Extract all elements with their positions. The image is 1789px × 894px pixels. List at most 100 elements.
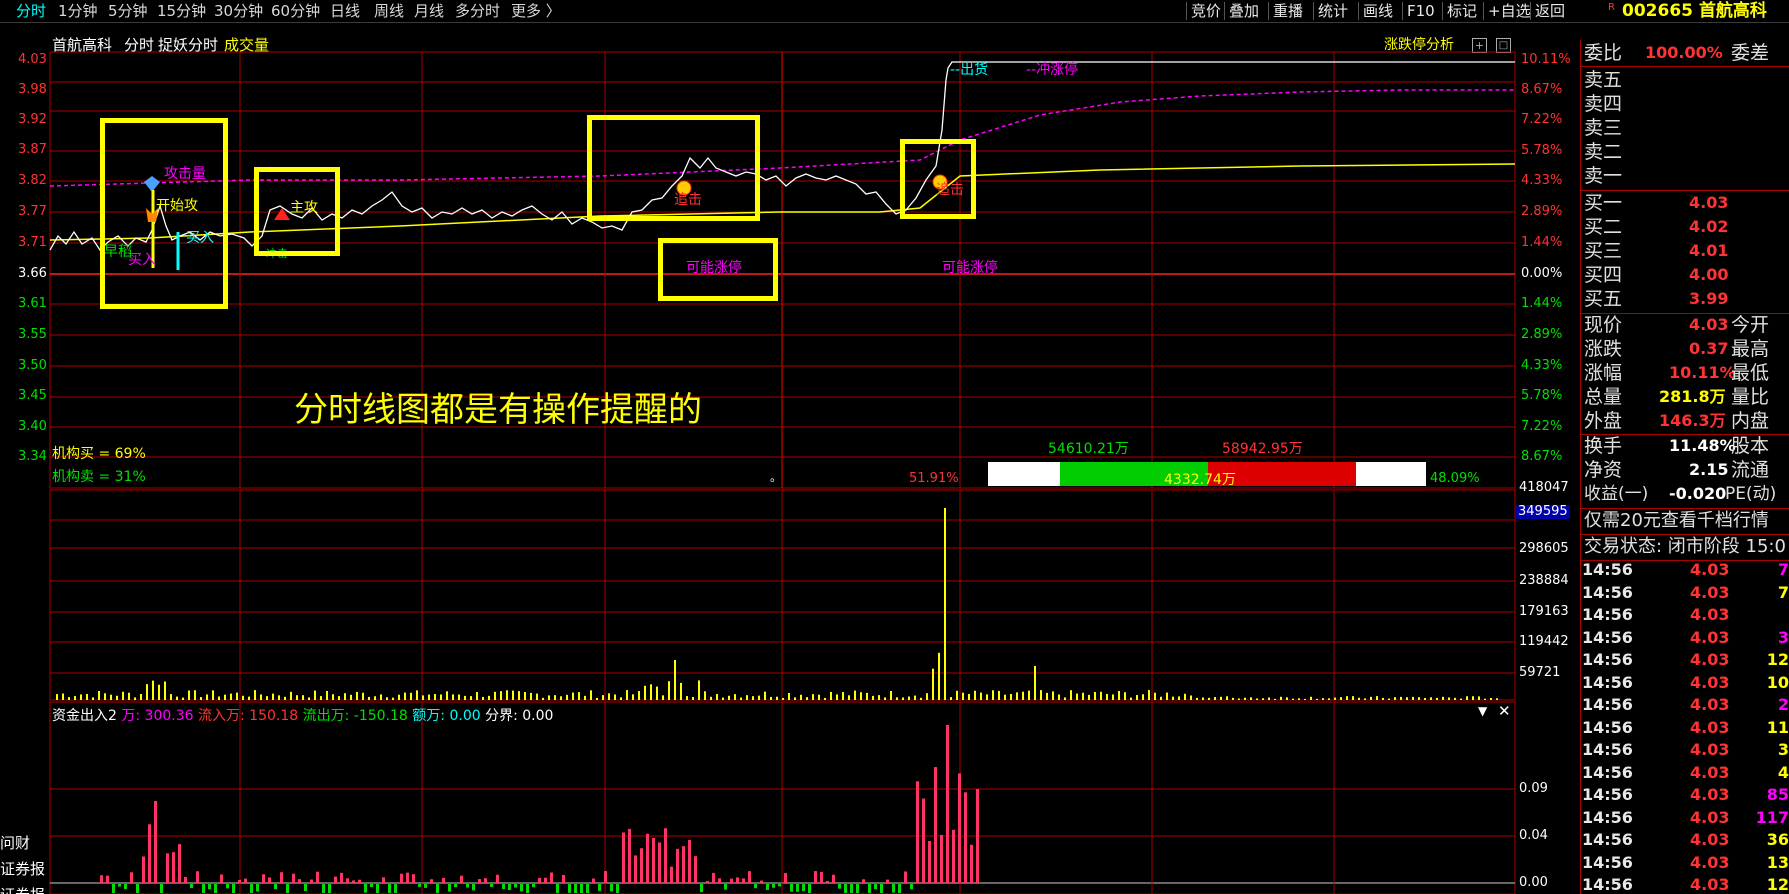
quote-value: 11.48% bbox=[1669, 436, 1736, 455]
volume-bar bbox=[998, 690, 1000, 700]
side-link-zqb-2[interactable]: 证券报 bbox=[0, 884, 45, 894]
fund-bar bbox=[586, 884, 589, 893]
side-link-zqb[interactable]: 证券报 bbox=[0, 858, 45, 879]
volume-bar bbox=[956, 690, 958, 700]
fund-bar bbox=[352, 880, 355, 883]
volume-bar bbox=[374, 696, 376, 700]
fund-bar bbox=[850, 884, 853, 893]
weibi-label: 委比 bbox=[1584, 42, 1623, 64]
inst-sell: 机构卖 = 31% bbox=[52, 469, 146, 485]
volume-bar bbox=[68, 697, 70, 700]
volume-bar bbox=[236, 692, 238, 700]
volume-bar bbox=[212, 690, 214, 700]
volume-bar bbox=[800, 694, 802, 700]
fund-bar bbox=[712, 872, 715, 883]
tick-price: 4.03 bbox=[1690, 582, 1730, 602]
volume-bar bbox=[692, 697, 694, 700]
volume-bar bbox=[176, 696, 178, 700]
quote-label-right: 流通 bbox=[1731, 459, 1770, 481]
volume-bar bbox=[950, 697, 952, 700]
fund-bar bbox=[610, 884, 613, 892]
fund-bar bbox=[340, 872, 343, 883]
volume-bar bbox=[80, 694, 82, 700]
fund-bar bbox=[184, 877, 187, 883]
close-icon[interactable]: ✕ bbox=[1498, 702, 1511, 720]
volume-bar bbox=[728, 695, 730, 700]
price-tick: 3.61 bbox=[18, 296, 47, 311]
pct-tick: 2.89% bbox=[1521, 327, 1563, 342]
volume-bar bbox=[686, 696, 688, 700]
fund-name: 资金出入2 bbox=[52, 708, 117, 724]
volume-bar bbox=[1418, 697, 1420, 700]
volume-bar bbox=[248, 696, 250, 700]
fund-bar bbox=[910, 884, 913, 890]
volume-bar bbox=[644, 685, 646, 700]
volume-bar bbox=[632, 694, 634, 700]
volume-bar bbox=[74, 696, 76, 700]
volume-bar bbox=[884, 697, 886, 700]
fund-bar bbox=[706, 880, 709, 883]
volume-bar bbox=[122, 691, 124, 700]
volume-bar bbox=[830, 691, 832, 700]
volume-bar bbox=[506, 690, 508, 700]
volume-bar bbox=[1214, 697, 1216, 700]
volume-bar bbox=[722, 697, 724, 700]
volume-bar bbox=[662, 695, 664, 700]
fund-bar bbox=[784, 873, 787, 883]
tick-time: 14:56 bbox=[1582, 717, 1633, 737]
pct-tick: 1.44% bbox=[1521, 296, 1563, 311]
highlight-box-5 bbox=[900, 139, 976, 219]
volume-bar bbox=[146, 684, 148, 700]
divider bbox=[1581, 534, 1789, 535]
volume-bar bbox=[602, 695, 604, 700]
volume-bar bbox=[1220, 696, 1222, 700]
divider bbox=[1581, 508, 1789, 509]
fund-in: 150.18 bbox=[249, 708, 299, 724]
quote-label: 涨幅 bbox=[1584, 362, 1623, 384]
volume-bar bbox=[1076, 693, 1078, 700]
quote-value: 0.37 bbox=[1689, 339, 1729, 358]
tick-volume: 10 bbox=[1766, 672, 1789, 692]
volume-bar bbox=[716, 694, 718, 700]
volume-bar bbox=[362, 692, 364, 700]
fund-bar bbox=[550, 872, 553, 883]
volume-bar bbox=[356, 691, 358, 700]
volume-bar bbox=[1178, 696, 1180, 700]
volume-bar bbox=[1424, 697, 1426, 700]
fund-bar bbox=[268, 877, 271, 883]
volume-bar bbox=[86, 693, 88, 700]
volume-bar bbox=[140, 694, 142, 700]
volume-bar bbox=[1466, 696, 1468, 700]
volume-bar bbox=[848, 695, 850, 700]
quote-label-right: 股本 bbox=[1731, 435, 1770, 457]
fund-bar bbox=[778, 884, 781, 887]
fund-bar bbox=[748, 871, 751, 883]
side-link-wencai[interactable]: 问财 bbox=[0, 832, 30, 853]
chevron-down-icon[interactable]: ▼ bbox=[1478, 704, 1487, 718]
volume-bar bbox=[1064, 697, 1066, 700]
fund-bar bbox=[190, 884, 193, 889]
quote-label: 涨跌 bbox=[1584, 338, 1623, 360]
volume-bar bbox=[476, 692, 478, 700]
volume-bar bbox=[1172, 696, 1174, 700]
fund-bar bbox=[466, 884, 469, 888]
fund-bar bbox=[886, 879, 889, 883]
fund-bar bbox=[406, 872, 409, 883]
volume-bar bbox=[1166, 692, 1168, 700]
volume-bar bbox=[836, 694, 838, 700]
price-tick: 3.98 bbox=[18, 82, 47, 97]
sell-3-label: 卖三 bbox=[1584, 117, 1623, 139]
volume-bar bbox=[878, 695, 880, 700]
fund-bar bbox=[346, 878, 349, 883]
fund-bar bbox=[724, 884, 727, 890]
fund-bar bbox=[358, 879, 361, 883]
promo-link[interactable]: 仅需20元查看千档行情 bbox=[1584, 510, 1769, 532]
quote-value: 2.15 bbox=[1689, 460, 1729, 479]
vol-tick: 238884 bbox=[1519, 573, 1569, 588]
volume-bar bbox=[1148, 690, 1150, 700]
volume-bar bbox=[170, 694, 172, 700]
fund-bar bbox=[808, 884, 811, 893]
pct-tick: 7.22% bbox=[1521, 419, 1563, 434]
volume-bar bbox=[188, 690, 190, 700]
fund-bar bbox=[826, 880, 829, 883]
